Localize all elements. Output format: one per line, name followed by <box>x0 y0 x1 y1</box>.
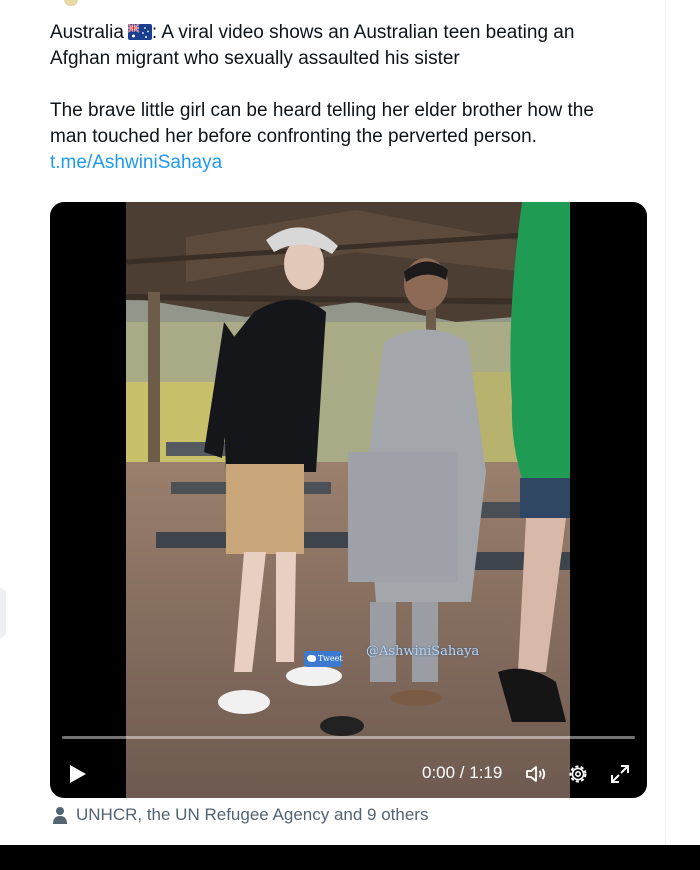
top-edge-fragment <box>64 0 78 6</box>
volume-icon[interactable] <box>524 762 548 786</box>
fullscreen-icon[interactable] <box>608 762 632 786</box>
play-icon[interactable] <box>66 762 88 786</box>
australia-flag-icon <box>127 24 152 40</box>
gear-icon[interactable] <box>566 762 590 786</box>
column-divider <box>665 0 666 845</box>
tweet-line-1: Australia : A viral video shows an Austr… <box>50 22 575 43</box>
progress-bar[interactable] <box>62 736 635 739</box>
video-player[interactable]: Tweet @AshwiniSahaya 0:00 / 1:19 <box>50 202 647 798</box>
tagged-people[interactable]: UNHCR, the UN Refugee Agency and 9 other… <box>52 803 428 827</box>
video-frame: Tweet @AshwiniSahaya <box>126 202 570 798</box>
video-still <box>126 202 570 798</box>
left-edge-fragment <box>0 588 6 638</box>
tweet-line-3: The brave little girl can be heard telli… <box>50 100 594 121</box>
tagged-people-text: UNHCR, the UN Refugee Agency and 9 other… <box>76 805 429 824</box>
tweet-line-4: man touched her before confronting the p… <box>50 126 537 147</box>
tweet-link[interactable]: t.me/AshwiniSahaya <box>50 152 222 173</box>
watermark-badge: Tweet <box>304 651 343 667</box>
person-icon <box>53 807 67 824</box>
bottom-bar <box>0 845 700 870</box>
tweet-line-2: Afghan migrant who sexually assaulted hi… <box>50 48 460 69</box>
video-time: 0:00 / 1:19 <box>422 763 503 782</box>
tweet-text: Australia : A viral video shows an Austr… <box>50 20 650 176</box>
video-watermark: @AshwiniSahaya <box>366 644 480 659</box>
